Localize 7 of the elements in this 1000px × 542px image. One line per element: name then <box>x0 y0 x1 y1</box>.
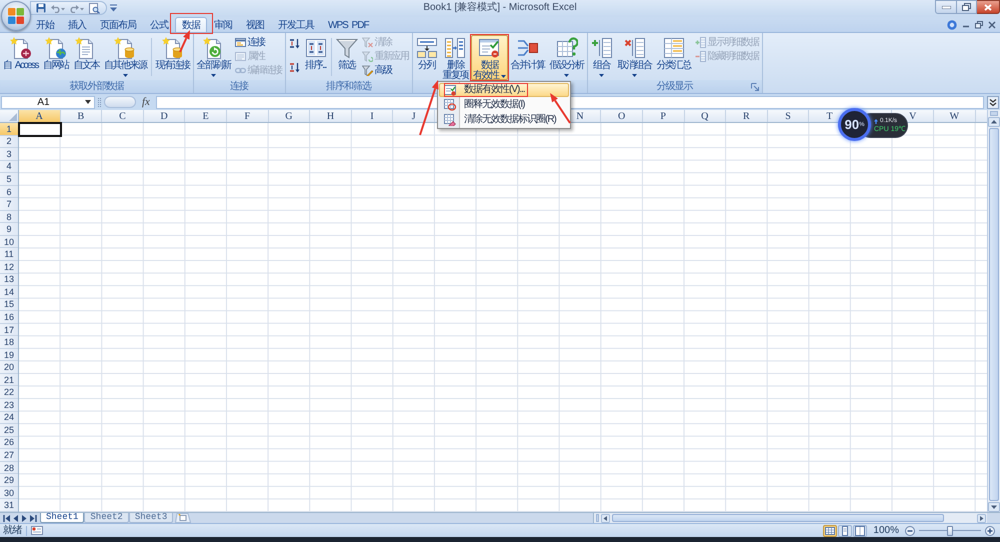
group-label: 排序和筛选 <box>325 80 373 92</box>
status-text: 就绪 <box>3 524 22 536</box>
group-label: 连接 <box>229 80 250 92</box>
window-title: Book1 [兼容模式] - Microsoft Excel <box>423 0 577 15</box>
group-label: 分级显示 <box>656 80 694 92</box>
gauge-value: 90 <box>844 118 860 131</box>
group-label: 获取外部数据 <box>68 80 125 92</box>
